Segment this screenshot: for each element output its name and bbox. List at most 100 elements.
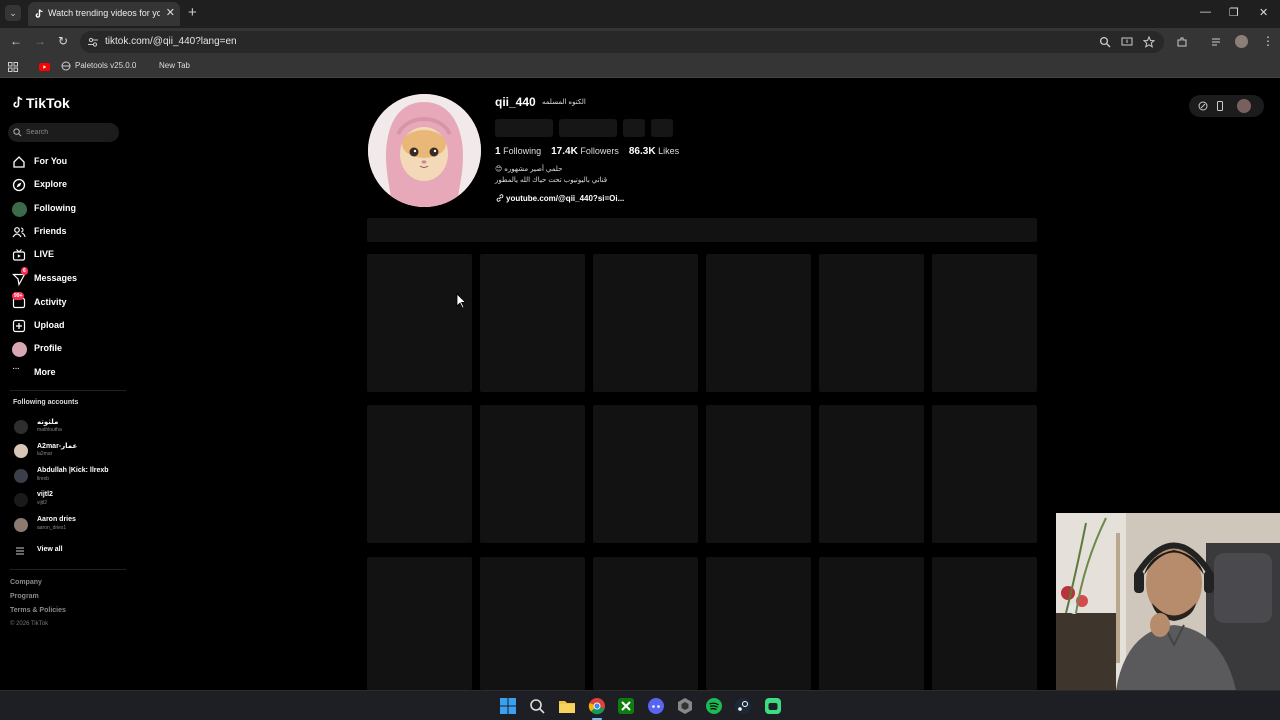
share-button-placeholder[interactable] — [623, 119, 645, 137]
search-icon — [13, 128, 22, 137]
search-input[interactable] — [26, 126, 116, 139]
forward-icon[interactable]: → — [34, 34, 46, 48]
nav-label: Friends — [34, 226, 67, 236]
video-card-placeholder[interactable] — [367, 405, 472, 543]
nav-following[interactable]: Following — [12, 200, 122, 218]
video-card-placeholder[interactable] — [706, 405, 811, 543]
video-card-placeholder[interactable] — [706, 557, 811, 690]
following-account[interactable]: ملثوته mathloutha — [14, 417, 126, 437]
browser-profile-avatar[interactable] — [1235, 35, 1248, 48]
nav-live[interactable]: LIVE — [12, 246, 122, 264]
search-icon[interactable] — [528, 697, 546, 715]
tab-close-icon[interactable]: ✕ — [166, 7, 175, 19]
video-card-placeholder[interactable] — [932, 405, 1037, 543]
message-button-placeholder[interactable] — [559, 119, 617, 137]
nav-for-you[interactable]: For You — [12, 153, 122, 171]
following-label[interactable]: Following — [503, 146, 541, 156]
video-card-placeholder[interactable] — [593, 405, 698, 543]
extensions-icon[interactable] — [1176, 36, 1188, 48]
account-handle: aaron_dries1 — [37, 525, 67, 531]
video-card-placeholder[interactable] — [819, 254, 924, 392]
link-icon — [496, 194, 504, 202]
user-avatar[interactable] — [1237, 99, 1251, 113]
video-card-placeholder[interactable] — [819, 405, 924, 543]
file-explorer-icon[interactable] — [558, 697, 576, 715]
copyright: © 2026 TikTok — [10, 621, 49, 627]
messages-badge: 6 — [21, 267, 28, 275]
back-icon[interactable]: ← — [10, 34, 22, 48]
nav-more[interactable]: ··· More — [12, 363, 122, 382]
profile-avatar[interactable] — [368, 94, 481, 207]
following-accounts-title: Following accounts — [13, 399, 79, 406]
device-icon[interactable] — [1215, 101, 1225, 111]
bookmark-paletools[interactable]: Paletools v25.0.0 — [75, 61, 136, 70]
footer-program[interactable]: Program — [10, 593, 39, 600]
restore-button[interactable]: ❐ — [1229, 6, 1239, 19]
following-account[interactable]: Aaron dries aaron_dries1 — [14, 515, 126, 535]
nav-label: LIVE — [34, 249, 55, 259]
tab-search-button[interactable]: ⌄ — [5, 5, 21, 21]
following-account[interactable]: Abdullah |Kick: llrexb llrexb — [14, 466, 126, 486]
nav-activity[interactable]: 99+ Activity — [12, 292, 122, 312]
nav-explore[interactable]: Explore — [12, 176, 122, 194]
search-box[interactable] — [8, 123, 119, 142]
tiktok-logo-text: TikTok — [26, 95, 70, 111]
following-account[interactable]: vijtl2 vijtl2 — [14, 490, 126, 510]
followers-label[interactable]: Followers — [580, 146, 619, 156]
video-card-placeholder[interactable] — [819, 557, 924, 690]
following-account[interactable]: A2mar-عمار la2mar — [14, 441, 126, 461]
video-card-placeholder[interactable] — [367, 557, 472, 690]
profile-link[interactable]: youtube.com/@qii_440?si=Oi... — [496, 194, 624, 203]
chrome-icon[interactable] — [588, 697, 606, 715]
video-card-placeholder[interactable] — [593, 557, 698, 690]
footer-company[interactable]: Company — [10, 579, 42, 586]
nav-profile[interactable]: Profile — [12, 340, 122, 358]
zoom-icon[interactable] — [1099, 36, 1111, 48]
nav-upload[interactable]: Upload — [12, 317, 122, 335]
video-card-placeholder[interactable] — [480, 557, 585, 690]
reload-icon[interactable]: ↻ — [58, 34, 68, 48]
sidebar-divider — [10, 390, 126, 391]
new-tab-button[interactable]: + — [188, 5, 197, 21]
spotify-icon[interactable] — [705, 697, 723, 715]
browser-tab[interactable]: Watch trending videos for you | TikTok ✕ — [28, 2, 180, 26]
video-card-placeholder[interactable] — [480, 405, 585, 543]
unity-icon[interactable] — [676, 697, 694, 715]
video-card-placeholder[interactable] — [932, 557, 1037, 690]
nav-messages[interactable]: 6 Messages — [12, 267, 122, 288]
discord-icon[interactable] — [647, 697, 665, 715]
xbox-icon[interactable] — [617, 697, 635, 715]
nav-label: Explore — [34, 179, 68, 189]
install-app-icon[interactable] — [1121, 36, 1133, 48]
bookmark-new-tab[interactable]: New Tab — [159, 61, 190, 70]
close-window-button[interactable]: ✕ — [1259, 6, 1268, 19]
site-info-icon[interactable] — [87, 36, 99, 48]
view-all-link[interactable]: View all — [14, 541, 126, 561]
video-card-placeholder[interactable] — [706, 254, 811, 392]
nav-friends[interactable]: Friends — [12, 223, 122, 241]
browser-menu-icon[interactable]: ⋮ — [1262, 34, 1274, 48]
follow-button-placeholder[interactable] — [495, 119, 553, 137]
video-card-placeholder[interactable] — [480, 254, 585, 392]
footer-terms[interactable]: Terms & Policies — [10, 607, 66, 614]
compass-icon[interactable] — [1198, 101, 1208, 111]
youtube-bookmark-icon[interactable] — [39, 63, 50, 71]
media-controls-icon[interactable] — [1211, 36, 1223, 48]
video-card-placeholder[interactable] — [932, 254, 1037, 392]
upload-icon — [12, 319, 26, 333]
paletools-icon — [61, 61, 71, 71]
avatar — [14, 444, 28, 458]
address-bar[interactable]: tiktok.com/@qii_440?lang=en — [80, 31, 1164, 53]
tiktok-logo[interactable]: TikTok — [12, 95, 70, 111]
minimize-button[interactable]: — — [1200, 6, 1211, 18]
following-count: 1 — [495, 146, 501, 157]
bookmark-star-icon[interactable] — [1143, 36, 1155, 48]
android-app-icon[interactable] — [764, 697, 782, 715]
video-card-placeholder[interactable] — [593, 254, 698, 392]
video-card-placeholder[interactable] — [367, 254, 472, 392]
apps-grid-icon[interactable] — [8, 62, 18, 72]
more-button-placeholder[interactable] — [651, 119, 673, 137]
windows-start-icon[interactable] — [499, 697, 517, 715]
account-name: ملثوته — [37, 419, 59, 426]
steam-icon[interactable] — [734, 697, 752, 715]
